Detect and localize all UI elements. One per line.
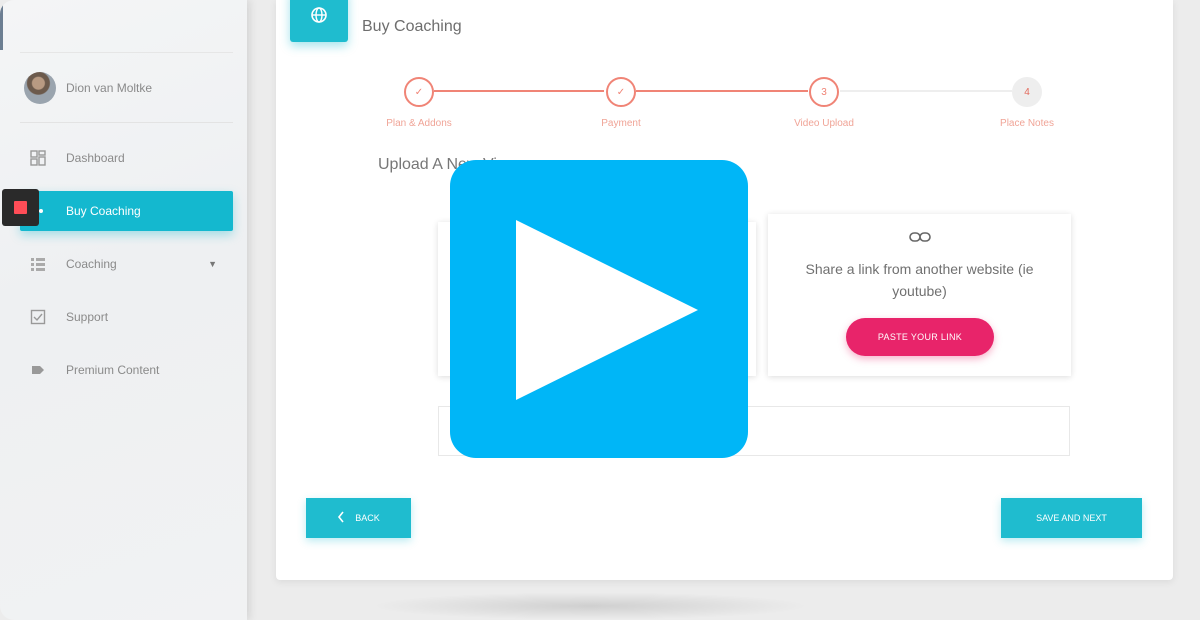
tag-icon — [30, 362, 46, 378]
sidebar-item-label: Dashboard — [66, 151, 125, 165]
back-label: BACK — [355, 513, 380, 523]
step-marker[interactable]: 4 — [1012, 77, 1042, 107]
user-profile[interactable]: Dion van Moltke — [24, 72, 152, 104]
user-name: Dion van Moltke — [66, 81, 153, 95]
grid-icon — [30, 256, 46, 272]
play-icon — [516, 220, 698, 400]
sidebar-item-label: Premium Content — [66, 363, 160, 377]
step-label: Payment — [601, 118, 641, 129]
app-frame: Dion van Moltke Dashboard Buy Coaching C… — [0, 0, 1200, 620]
chevron-down-icon[interactable]: ▼ — [208, 259, 217, 269]
avatar — [24, 72, 56, 104]
paste-link-button[interactable]: PASTE YOUR LINK — [846, 318, 994, 356]
stepper-connector — [636, 90, 808, 92]
page-title: Buy Coaching — [362, 18, 462, 35]
sidebar-item-premium-content[interactable]: Premium Content — [20, 350, 233, 390]
sidebar-item-label: Support — [66, 310, 109, 324]
sidebar-item-buy-coaching[interactable]: Buy Coaching — [20, 191, 233, 231]
link-icon — [768, 230, 1071, 248]
share-link-text: Share a link from another website (ie yo… — [805, 261, 1034, 299]
step-label: Plan & Addons — [386, 118, 452, 129]
sidebar-item-dashboard[interactable]: Dashboard — [20, 138, 233, 178]
video-play-button[interactable] — [450, 160, 748, 458]
stepper-connector — [434, 90, 604, 92]
window-edge — [0, 0, 3, 50]
dashboard-icon — [30, 150, 46, 166]
step-marker[interactable]: ✓ — [606, 77, 636, 107]
sidebar-divider-top — [20, 52, 233, 53]
back-button[interactable]: BACK — [306, 498, 411, 538]
sidebar: Dion van Moltke Dashboard Buy Coaching C… — [0, 0, 247, 620]
stop-icon — [14, 201, 27, 214]
share-link-option: Share a link from another website (ie yo… — [768, 214, 1071, 376]
stepper: ✓ ✓ 3 4 Plan & Addons Payment Video Uplo… — [276, 72, 1173, 132]
stepper-connector — [840, 90, 1012, 92]
bottom-shadow — [370, 592, 810, 620]
globe-icon — [290, 0, 348, 42]
step-label: Place Notes — [1000, 118, 1054, 129]
sidebar-item-coaching[interactable]: Coaching ▼ — [20, 244, 233, 284]
sidebar-item-label: Coaching — [66, 257, 117, 271]
sidebar-item-support[interactable]: Support — [20, 297, 233, 337]
step-marker[interactable]: 3 — [809, 77, 839, 107]
chevron-left-icon — [337, 511, 345, 525]
checkbox-icon — [30, 309, 46, 325]
step-label: Video Upload — [794, 118, 854, 129]
save-and-next-button[interactable]: SAVE AND NEXT — [1001, 498, 1142, 538]
step-marker[interactable]: ✓ — [404, 77, 434, 107]
sidebar-item-label: Buy Coaching — [66, 204, 141, 218]
recording-indicator[interactable] — [2, 189, 39, 226]
sidebar-divider — [20, 122, 233, 123]
